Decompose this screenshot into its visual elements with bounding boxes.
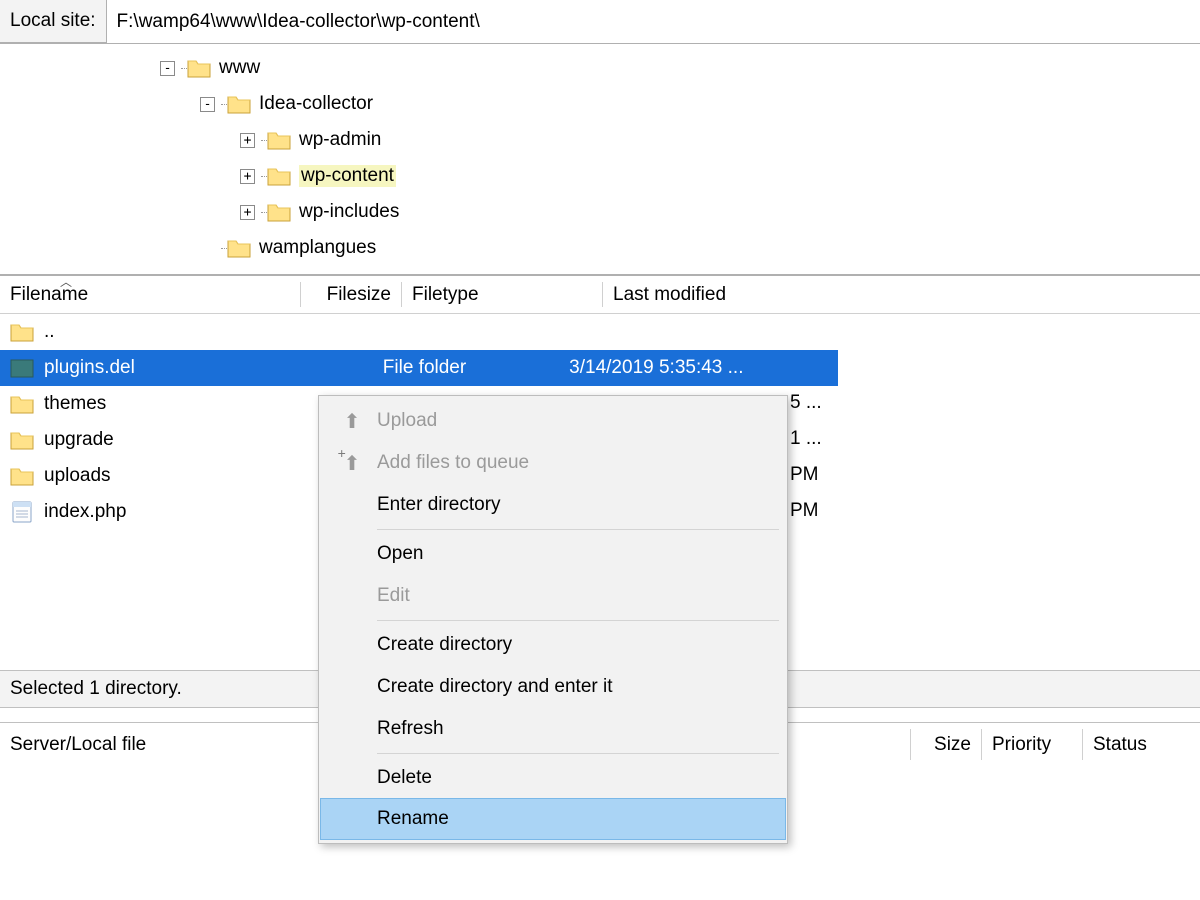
menu-item-label: Edit	[377, 585, 771, 607]
expand-icon[interactable]: +	[240, 169, 255, 184]
expander-spacer	[200, 241, 215, 256]
column-filetype[interactable]: Filetype	[402, 276, 602, 313]
file-modified-cell: 3/14/2019 5:35:43 ...	[559, 357, 838, 379]
queue-column-size-label: Size	[934, 734, 971, 755]
menu-item-label: Create directory	[377, 634, 771, 656]
menu-item-refresh[interactable]: Refresh	[321, 708, 785, 750]
menu-item-edit: Edit	[321, 575, 785, 617]
file-name-label: plugins.del	[44, 357, 135, 379]
column-last-modified-label: Last modified	[613, 284, 726, 306]
upload-icon: ⬆	[327, 409, 377, 434]
tree-item-label: www	[219, 57, 260, 78]
column-filename-label: Filename	[10, 284, 88, 306]
file-modified-peek: 5 ...	[790, 392, 822, 414]
folder-icon	[10, 393, 34, 415]
tree-item-label: wp-admin	[299, 129, 381, 150]
local-tree-panel[interactable]: -www-Idea-collector+wp-admin+wp-content+…	[0, 44, 1200, 276]
folder-icon	[267, 130, 291, 150]
menu-item-label: Enter directory	[377, 494, 771, 516]
menu-item-upload: ⬆Upload	[321, 400, 785, 442]
folder-icon	[227, 238, 251, 258]
file-row[interactable]: plugins.del File folder3/14/2019 5:35:43 …	[0, 350, 838, 386]
tree-item[interactable]: - www	[0, 50, 1200, 86]
expand-icon[interactable]: +	[240, 205, 255, 220]
file-name-cell: uploads	[0, 465, 300, 487]
queue-column-priority-label: Priority	[992, 734, 1051, 755]
file-name-cell: plugins.del	[0, 357, 279, 379]
queue-column-status[interactable]: Status	[1083, 734, 1173, 756]
column-filename[interactable]: Filename ︿	[0, 276, 300, 313]
file-modified-peek: PM	[790, 500, 819, 522]
folder-icon	[227, 94, 251, 114]
file-name-label: themes	[44, 393, 106, 415]
menu-item-delete[interactable]: Delete	[321, 757, 785, 799]
file-name-cell: upgrade	[0, 429, 300, 451]
tree-item-label: Idea-collector	[259, 93, 373, 114]
tree-item[interactable]: wamplangues	[0, 230, 1200, 266]
column-filesize-label: Filesize	[327, 284, 391, 306]
file-name-label: index.php	[44, 501, 126, 523]
menu-divider	[377, 753, 779, 754]
file-name-cell: ..	[0, 321, 300, 343]
path-bar: Local site:	[0, 0, 1200, 44]
folder-icon	[187, 58, 211, 78]
collapse-icon[interactable]: -	[160, 61, 175, 76]
column-filetype-label: Filetype	[412, 284, 479, 306]
menu-item-rename[interactable]: Rename	[320, 798, 786, 840]
menu-divider	[377, 529, 779, 530]
menu-item-label: Rename	[377, 808, 771, 830]
file-list-header: Filename ︿ Filesize Filetype Last modifi…	[0, 276, 1200, 314]
file-modified-peek: PM	[790, 464, 819, 486]
menu-item-label: Upload	[377, 410, 771, 432]
file-modified-peek: 1 ...	[790, 428, 822, 450]
menu-item-create-directory-and-enter-it[interactable]: Create directory and enter it	[321, 666, 785, 708]
file-name-cell: themes	[0, 393, 300, 415]
selection-status-text: Selected 1 directory.	[10, 678, 182, 700]
sort-ascending-icon: ︿	[60, 273, 72, 290]
file-name-label: ..	[44, 321, 55, 343]
menu-item-label: Add files to queue	[377, 452, 771, 474]
file-name-label: uploads	[44, 465, 111, 487]
queue-column-status-label: Status	[1093, 734, 1147, 755]
column-last-modified[interactable]: Last modified	[603, 276, 903, 313]
file-icon	[10, 501, 34, 523]
tree-item[interactable]: - Idea-collector	[0, 86, 1200, 122]
expand-icon[interactable]: +	[240, 133, 255, 148]
menu-item-label: Refresh	[377, 718, 771, 740]
folder-icon	[10, 321, 34, 343]
queue-column-priority[interactable]: Priority	[982, 734, 1082, 756]
file-row[interactable]: ..	[0, 314, 1200, 350]
local-path-input[interactable]	[107, 0, 1200, 43]
queue-column-file-label: Server/Local file	[10, 734, 146, 755]
menu-item-add-files-to-queue: ⬆+Add files to queue	[321, 442, 785, 484]
add-to-queue-icon: ⬆+	[327, 451, 377, 476]
folder-icon	[267, 166, 291, 186]
tree-item[interactable]: + wp-admin	[0, 122, 1200, 158]
folder-icon	[10, 429, 34, 451]
tree-item[interactable]: + wp-includes	[0, 194, 1200, 230]
collapse-icon[interactable]: -	[200, 97, 215, 112]
folder-icon	[267, 202, 291, 222]
menu-item-label: Open	[377, 543, 771, 565]
menu-item-label: Create directory and enter it	[377, 676, 771, 698]
file-name-label: upgrade	[44, 429, 114, 451]
menu-item-create-directory[interactable]: Create directory	[321, 624, 785, 666]
context-menu: ⬆Upload⬆+Add files to queueEnter directo…	[318, 395, 788, 844]
tree-item[interactable]: + wp-content	[0, 158, 1200, 194]
folder-icon	[10, 357, 34, 379]
path-bar-label: Local site:	[0, 0, 107, 43]
tree-item-label: wamplangues	[259, 237, 376, 258]
queue-column-size[interactable]: Size	[911, 734, 981, 756]
tree-item-label: wp-includes	[299, 201, 399, 222]
file-type-cell: File folder	[373, 357, 559, 379]
menu-item-enter-directory[interactable]: Enter directory	[321, 484, 785, 526]
folder-icon	[10, 465, 34, 487]
menu-item-open[interactable]: Open	[321, 533, 785, 575]
menu-item-label: Delete	[377, 767, 771, 789]
tree-item-label: wp-content	[301, 165, 394, 186]
file-name-cell: index.php	[0, 501, 300, 523]
column-filesize[interactable]: Filesize	[301, 276, 401, 313]
menu-divider	[377, 620, 779, 621]
